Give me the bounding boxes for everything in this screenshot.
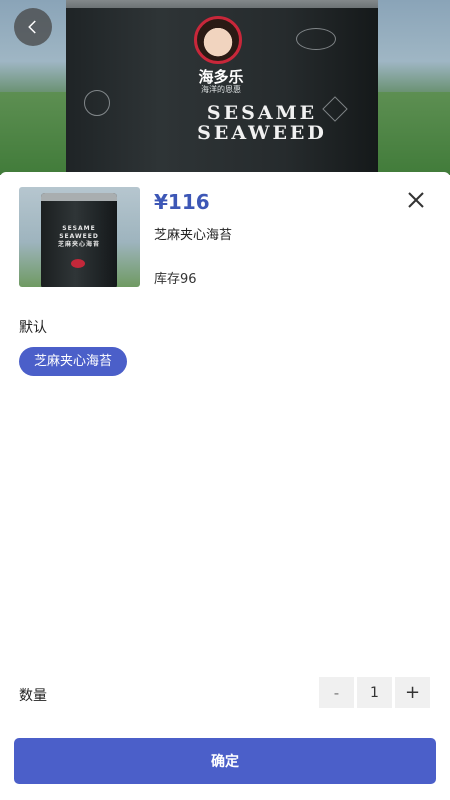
brand-mascot-logo (194, 16, 242, 64)
quantity-label: 数量 (19, 688, 47, 704)
close-button[interactable] (404, 188, 428, 212)
thumbnail-can: SESAME SEAWEED 芝麻夹心海苔 (41, 193, 117, 287)
chevron-left-icon (28, 20, 36, 34)
lifebuoy-doodle (84, 90, 110, 116)
banner-title-line2: SEAWEED (197, 122, 327, 144)
thumbnail-label: SESAME SEAWEED 芝麻夹心海苔 (41, 225, 117, 249)
thumbnail-label-line1: SESAME (62, 225, 96, 232)
product-banner-image: 海多乐 海洋的恩惠 SESAME SEAWEED (0, 0, 450, 175)
banner-can: 海多乐 海洋的恩惠 SESAME SEAWEED (66, 0, 378, 175)
banner-can-rim (66, 0, 378, 8)
product-thumbnail: SESAME SEAWEED 芝麻夹心海苔 (19, 187, 140, 287)
thumbnail-red-badge (71, 259, 85, 268)
close-icon (408, 192, 424, 208)
quantity-increment-button[interactable]: + (395, 677, 430, 708)
quantity-decrement-button[interactable]: - (319, 677, 354, 708)
confirm-button[interactable]: 确定 (14, 738, 436, 784)
sku-selection-sheet: SESAME SEAWEED 芝麻夹心海苔 ¥116 芝麻夹心海苔 库存96 默… (0, 172, 450, 800)
product-stock: 库存96 (154, 272, 197, 287)
quantity-value[interactable]: 1 (357, 677, 392, 708)
spec-group-title: 默认 (19, 320, 47, 336)
brand-slogan: 海洋的恩惠 (201, 85, 241, 94)
spec-option-chip[interactable]: 芝麻夹心海苔 (19, 347, 128, 376)
thumbnail-label-line2: SEAWEED (59, 233, 99, 240)
product-price: ¥116 (154, 190, 210, 214)
thumbnail-label-line3: 芝麻夹心海苔 (57, 241, 100, 248)
whale-doodle (296, 28, 336, 50)
back-button[interactable] (14, 8, 52, 46)
thumbnail-can-rim (41, 193, 117, 201)
product-name: 芝麻夹心海苔 (154, 228, 233, 243)
